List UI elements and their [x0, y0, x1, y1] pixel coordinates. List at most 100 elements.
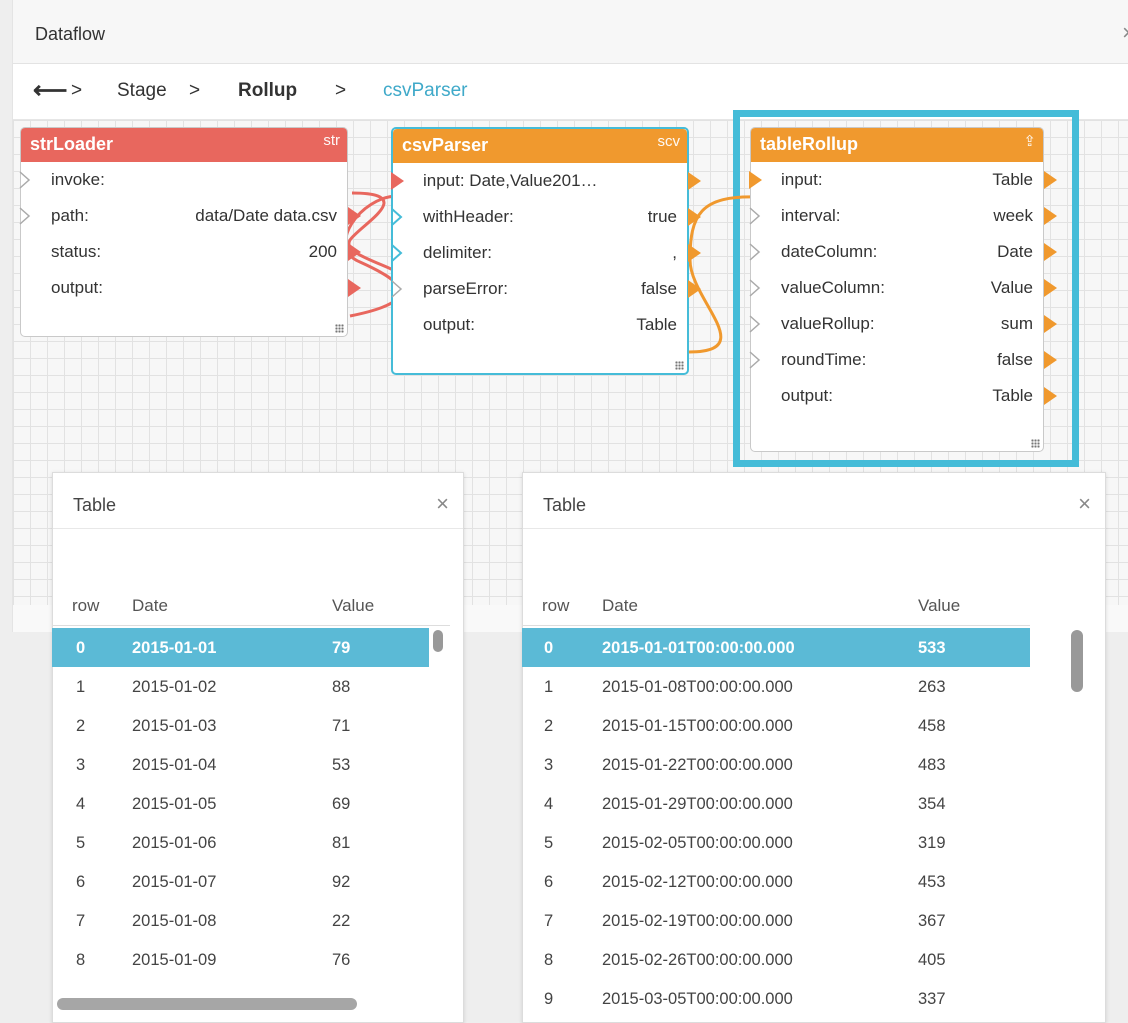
date-cell: 2015-01-09: [132, 951, 217, 969]
table-row[interactable]: 2 2015-01-03 71: [52, 706, 429, 745]
port-row: dateColumn: Date: [749, 234, 1057, 270]
port-label: valueRollup:: [781, 314, 875, 333]
row-index: 5: [544, 834, 554, 852]
resize-handle[interactable]: [335, 324, 344, 333]
port-row: path: data/Date data.csv: [19, 198, 361, 234]
close-icon[interactable]: ×: [1078, 491, 1091, 517]
table-row[interactable]: 0 2015-01-01 79: [52, 628, 429, 667]
node-strloader[interactable]: strLoader str invoke: path: data/Date da…: [19, 127, 361, 337]
table-row[interactable]: 3 2015-01-22T00:00:00.000 483: [522, 745, 1030, 784]
resize-handle[interactable]: [1031, 439, 1040, 448]
table-row[interactable]: 6 2015-02-12T00:00:00.000 453: [522, 862, 1030, 901]
column-header-value[interactable]: Value: [918, 596, 960, 616]
date-cell: 2015-01-04: [132, 756, 217, 774]
date-cell: 2015-01-07: [132, 873, 217, 891]
table-row[interactable]: 2 2015-01-15T00:00:00.000 458: [522, 706, 1030, 745]
table-row[interactable]: 3 2015-01-04 53: [52, 745, 429, 784]
input-port-icon[interactable]: [749, 315, 762, 333]
output-port-icon[interactable]: [1044, 207, 1057, 225]
date-cell: 2015-02-05T00:00:00.000: [602, 834, 793, 852]
panel-header: Table ×: [523, 473, 1105, 529]
row-index: 5: [76, 834, 86, 852]
port-value: true: [647, 207, 677, 226]
row-index: 4: [76, 795, 86, 813]
port-value: Value: [990, 278, 1033, 297]
port-value: Table: [992, 386, 1033, 405]
output-port-icon[interactable]: [688, 172, 701, 190]
output-port-icon[interactable]: [1044, 243, 1057, 261]
resize-handle[interactable]: [675, 361, 684, 370]
input-port-icon[interactable]: [19, 207, 32, 225]
port-row: interval: week: [749, 198, 1057, 234]
date-cell: 2015-01-29T00:00:00.000: [602, 795, 793, 813]
port-value: false: [997, 350, 1033, 369]
scrollbar-thumb-vertical[interactable]: [1071, 630, 1083, 692]
rollup-icon: ⇪: [1023, 133, 1036, 150]
row-index: 1: [544, 678, 554, 696]
table-row[interactable]: 1 2015-01-08T00:00:00.000 263: [522, 667, 1030, 706]
table-row[interactable]: 7 2015-02-19T00:00:00.000 367: [522, 901, 1030, 940]
output-port-icon[interactable]: [688, 280, 701, 298]
input-port-icon[interactable]: [749, 171, 762, 189]
value-cell: 354: [918, 795, 946, 813]
table-row[interactable]: 8 2015-02-26T00:00:00.000 405: [522, 940, 1030, 979]
table-row[interactable]: 4 2015-01-29T00:00:00.000 354: [522, 784, 1030, 823]
input-port-icon[interactable]: [391, 280, 404, 298]
output-port-icon[interactable]: [1044, 351, 1057, 369]
input-port-icon[interactable]: [749, 351, 762, 369]
output-port-icon[interactable]: [1044, 387, 1057, 405]
port-row: output: Table: [751, 378, 1057, 414]
row-index: 1: [76, 678, 86, 696]
node-header[interactable]: tableRollup ⇪: [751, 128, 1043, 162]
port-label: interval:: [781, 206, 841, 225]
node-header[interactable]: strLoader str: [21, 128, 347, 162]
close-icon[interactable]: ×: [436, 491, 449, 517]
table-row[interactable]: 4 2015-01-05 69: [52, 784, 429, 823]
port-row: delimiter: ,: [391, 235, 701, 271]
table-row[interactable]: 7 2015-01-08 22: [52, 901, 429, 940]
row-index: 4: [544, 795, 554, 813]
column-header-row[interactable]: row: [72, 596, 99, 616]
input-port-icon[interactable]: [391, 172, 404, 190]
port-label: output:: [51, 278, 103, 297]
table-row[interactable]: 9 2015-03-05T00:00:00.000 337: [522, 979, 1030, 1018]
input-port-icon[interactable]: [749, 243, 762, 261]
node-tablerollup[interactable]: tableRollup ⇪ input: Table interval: wee…: [749, 127, 1057, 452]
column-header-date[interactable]: Date: [602, 596, 638, 616]
port-value: Table: [636, 315, 677, 334]
panel-header: Table ×: [53, 473, 463, 529]
date-cell: 2015-01-08: [132, 912, 217, 930]
column-header-row[interactable]: row: [542, 596, 569, 616]
node-csvparser[interactable]: csvParser scv input: Date,Value201… with…: [391, 127, 701, 375]
port-label: dateColumn:: [781, 242, 878, 261]
output-port-icon[interactable]: [1044, 171, 1057, 189]
table-row[interactable]: 8 2015-01-09 76: [52, 940, 429, 979]
scrollbar-thumb-horizontal[interactable]: [57, 998, 357, 1010]
input-port-icon[interactable]: [391, 244, 404, 262]
output-port-icon[interactable]: [1044, 315, 1057, 333]
date-cell: 2015-02-12T00:00:00.000: [602, 873, 793, 891]
input-port-icon[interactable]: [391, 208, 404, 226]
output-port-icon[interactable]: [688, 244, 701, 262]
output-port-icon[interactable]: [348, 207, 361, 225]
table-row[interactable]: 5 2015-02-05T00:00:00.000 319: [522, 823, 1030, 862]
table-row[interactable]: 0 2015-01-01T00:00:00.000 533: [522, 628, 1030, 667]
value-cell: 79: [332, 639, 351, 657]
input-port-icon[interactable]: [19, 171, 32, 189]
panel-title: Table: [543, 495, 587, 515]
table-row[interactable]: 5 2015-01-06 81: [52, 823, 429, 862]
input-port-icon[interactable]: [749, 207, 762, 225]
scrollbar-thumb-vertical[interactable]: [433, 630, 443, 652]
str-icon: str: [323, 132, 340, 149]
input-port-icon[interactable]: [749, 279, 762, 297]
table-row[interactable]: 1 2015-01-02 88: [52, 667, 429, 706]
column-header-date[interactable]: Date: [132, 596, 168, 616]
output-port-icon[interactable]: [348, 243, 361, 261]
node-title: csvParser: [402, 135, 489, 155]
output-port-icon[interactable]: [688, 208, 701, 226]
node-header[interactable]: csvParser scv: [393, 129, 687, 163]
table-row[interactable]: 6 2015-01-07 92: [52, 862, 429, 901]
output-port-icon[interactable]: [348, 279, 361, 297]
output-port-icon[interactable]: [1044, 279, 1057, 297]
column-header-value[interactable]: Value: [332, 596, 374, 616]
